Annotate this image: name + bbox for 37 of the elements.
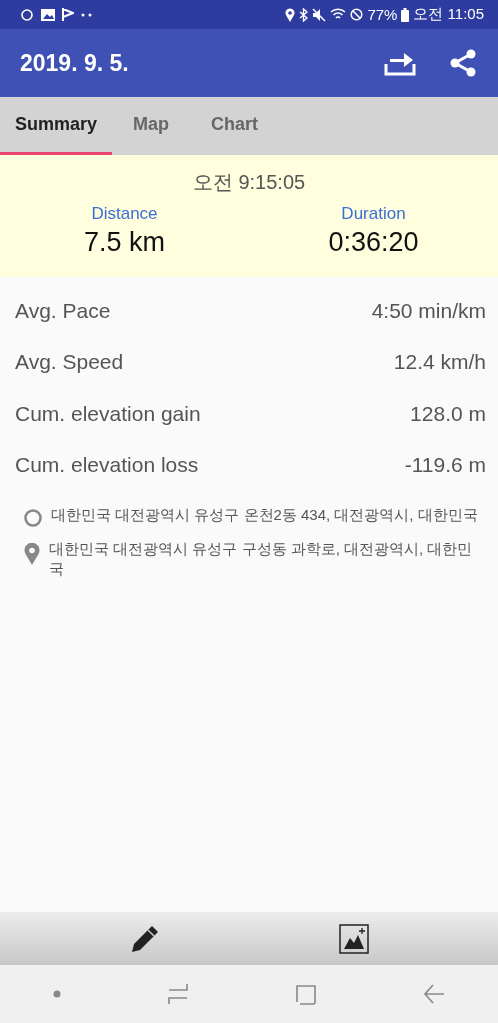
address: 대한민국 대전광역시 유성구 온천2동 434, 대전광역시, 대한민국 xyxy=(51,505,478,525)
distance-label: Distance xyxy=(91,204,158,224)
address: 대한민국 대전광역시 유성구 구성동 과학로, 대전광역시, 대한민국 xyxy=(49,539,474,579)
circle-icon xyxy=(24,509,42,527)
stat-value: 4:50 min/km xyxy=(371,298,486,323)
clock: 오전 11:05 xyxy=(413,5,484,24)
image-icon xyxy=(41,8,55,21)
dot-icon[interactable] xyxy=(53,990,61,998)
location-pin-icon xyxy=(24,543,40,565)
more-icon xyxy=(81,12,93,17)
tab[interactable]: Chart xyxy=(190,97,280,155)
flag-icon xyxy=(62,8,74,21)
duration-label: Duration xyxy=(341,204,406,224)
add-image-icon[interactable] xyxy=(338,923,369,954)
pencil-icon[interactable] xyxy=(129,923,160,954)
mute-icon xyxy=(312,7,327,22)
battery-percent: 77% xyxy=(367,6,398,23)
stat-value: 128.0 m xyxy=(410,401,486,426)
start-time: 오전 9:15:05 xyxy=(192,170,306,195)
stat-value: 12.4 km/h xyxy=(393,350,486,375)
stat-label: Cum. elevation loss xyxy=(15,453,199,478)
share-icon[interactable] xyxy=(450,49,476,77)
location-icon xyxy=(285,7,296,22)
stat-label: Avg. Pace xyxy=(15,298,111,323)
distance-value: 7.5 km xyxy=(84,227,165,258)
stat-label: Avg. Speed xyxy=(15,350,124,375)
wifi-icon xyxy=(330,8,347,21)
tab[interactable]: Map xyxy=(112,97,191,155)
stat-label: Cum. elevation gain xyxy=(15,401,201,426)
stat-value: -119.6 m xyxy=(404,453,486,478)
battery-icon xyxy=(401,7,410,22)
bluetooth-icon xyxy=(299,7,309,22)
blocked-icon xyxy=(350,8,364,21)
duration-value: 0:36:20 xyxy=(328,227,419,258)
back-icon[interactable] xyxy=(423,983,445,1005)
transfer-icon[interactable] xyxy=(384,50,416,76)
app-title: 2019. 9. 5. xyxy=(20,49,129,77)
